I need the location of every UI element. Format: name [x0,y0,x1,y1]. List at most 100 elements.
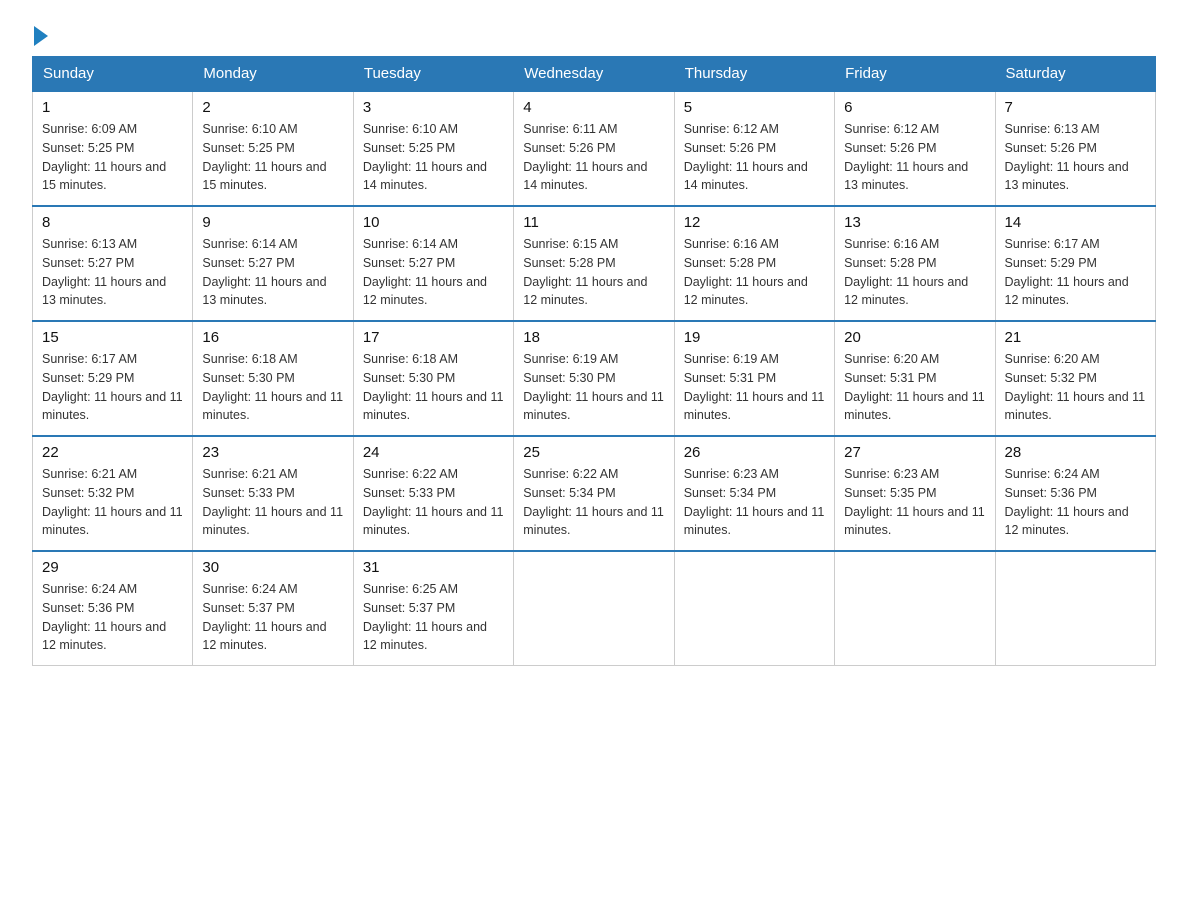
day-info: Sunrise: 6:13 AM Sunset: 5:27 PM Dayligh… [42,235,183,310]
daylight-label: Daylight: 11 hours and 11 minutes. [1005,390,1146,423]
sunset-label: Sunset: 5:37 PM [202,601,294,615]
day-number: 10 [363,214,504,231]
day-number: 15 [42,329,183,346]
sunrise-label: Sunrise: 6:24 AM [42,582,137,596]
day-number: 18 [523,329,664,346]
day-number: 14 [1005,214,1146,231]
day-number: 5 [684,99,825,116]
daylight-label: Daylight: 11 hours and 11 minutes. [42,390,183,423]
day-number: 1 [42,99,183,116]
day-info: Sunrise: 6:17 AM Sunset: 5:29 PM Dayligh… [42,350,183,425]
weekday-header-friday: Friday [835,57,995,92]
calendar-cell: 7 Sunrise: 6:13 AM Sunset: 5:26 PM Dayli… [995,91,1155,206]
calendar-cell: 28 Sunrise: 6:24 AM Sunset: 5:36 PM Dayl… [995,436,1155,551]
day-info: Sunrise: 6:23 AM Sunset: 5:35 PM Dayligh… [844,465,985,540]
day-number: 25 [523,444,664,461]
daylight-label: Daylight: 11 hours and 12 minutes. [684,275,808,308]
calendar-cell [995,551,1155,666]
calendar-cell: 13 Sunrise: 6:16 AM Sunset: 5:28 PM Dayl… [835,206,995,321]
calendar-cell [835,551,995,666]
day-info: Sunrise: 6:14 AM Sunset: 5:27 PM Dayligh… [202,235,343,310]
calendar-cell: 30 Sunrise: 6:24 AM Sunset: 5:37 PM Dayl… [193,551,353,666]
day-number: 9 [202,214,343,231]
day-number: 20 [844,329,985,346]
day-info: Sunrise: 6:18 AM Sunset: 5:30 PM Dayligh… [202,350,343,425]
day-info: Sunrise: 6:22 AM Sunset: 5:34 PM Dayligh… [523,465,664,540]
daylight-label: Daylight: 11 hours and 11 minutes. [844,505,985,538]
sunset-label: Sunset: 5:28 PM [844,256,936,270]
calendar-cell: 14 Sunrise: 6:17 AM Sunset: 5:29 PM Dayl… [995,206,1155,321]
day-number: 19 [684,329,825,346]
sunrise-label: Sunrise: 6:23 AM [684,467,779,481]
calendar-cell: 10 Sunrise: 6:14 AM Sunset: 5:27 PM Dayl… [353,206,513,321]
calendar-cell: 1 Sunrise: 6:09 AM Sunset: 5:25 PM Dayli… [33,91,193,206]
day-number: 4 [523,99,664,116]
daylight-label: Daylight: 11 hours and 12 minutes. [363,275,487,308]
calendar-cell: 4 Sunrise: 6:11 AM Sunset: 5:26 PM Dayli… [514,91,674,206]
day-info: Sunrise: 6:18 AM Sunset: 5:30 PM Dayligh… [363,350,504,425]
sunset-label: Sunset: 5:30 PM [202,371,294,385]
logo-triangle-icon [34,26,48,46]
day-info: Sunrise: 6:24 AM Sunset: 5:36 PM Dayligh… [42,580,183,655]
daylight-label: Daylight: 11 hours and 15 minutes. [42,160,166,193]
calendar-cell: 29 Sunrise: 6:24 AM Sunset: 5:36 PM Dayl… [33,551,193,666]
day-number: 16 [202,329,343,346]
weekday-header-sunday: Sunday [33,57,193,92]
weekday-header-wednesday: Wednesday [514,57,674,92]
calendar-cell: 12 Sunrise: 6:16 AM Sunset: 5:28 PM Dayl… [674,206,834,321]
daylight-label: Daylight: 11 hours and 11 minutes. [523,390,664,423]
sunrise-label: Sunrise: 6:14 AM [363,237,458,251]
calendar-cell: 5 Sunrise: 6:12 AM Sunset: 5:26 PM Dayli… [674,91,834,206]
day-info: Sunrise: 6:10 AM Sunset: 5:25 PM Dayligh… [363,120,504,195]
calendar-cell [514,551,674,666]
sunset-label: Sunset: 5:35 PM [844,486,936,500]
daylight-label: Daylight: 11 hours and 11 minutes. [684,505,825,538]
sunrise-label: Sunrise: 6:20 AM [1005,352,1100,366]
day-number: 26 [684,444,825,461]
sunset-label: Sunset: 5:29 PM [42,371,134,385]
calendar-week-5: 29 Sunrise: 6:24 AM Sunset: 5:36 PM Dayl… [33,551,1156,666]
daylight-label: Daylight: 11 hours and 11 minutes. [844,390,985,423]
sunset-label: Sunset: 5:27 PM [363,256,455,270]
calendar-week-4: 22 Sunrise: 6:21 AM Sunset: 5:32 PM Dayl… [33,436,1156,551]
sunset-label: Sunset: 5:27 PM [42,256,134,270]
daylight-label: Daylight: 11 hours and 12 minutes. [202,620,326,653]
day-number: 3 [363,99,504,116]
sunset-label: Sunset: 5:31 PM [684,371,776,385]
day-number: 11 [523,214,664,231]
calendar-cell: 8 Sunrise: 6:13 AM Sunset: 5:27 PM Dayli… [33,206,193,321]
sunset-label: Sunset: 5:28 PM [523,256,615,270]
calendar-cell: 22 Sunrise: 6:21 AM Sunset: 5:32 PM Dayl… [33,436,193,551]
day-info: Sunrise: 6:24 AM Sunset: 5:36 PM Dayligh… [1005,465,1146,540]
calendar-cell: 6 Sunrise: 6:12 AM Sunset: 5:26 PM Dayli… [835,91,995,206]
sunrise-label: Sunrise: 6:20 AM [844,352,939,366]
sunrise-label: Sunrise: 6:13 AM [42,237,137,251]
day-number: 13 [844,214,985,231]
calendar-cell: 9 Sunrise: 6:14 AM Sunset: 5:27 PM Dayli… [193,206,353,321]
day-info: Sunrise: 6:14 AM Sunset: 5:27 PM Dayligh… [363,235,504,310]
sunset-label: Sunset: 5:26 PM [844,141,936,155]
sunrise-label: Sunrise: 6:11 AM [523,122,617,136]
day-info: Sunrise: 6:22 AM Sunset: 5:33 PM Dayligh… [363,465,504,540]
day-info: Sunrise: 6:13 AM Sunset: 5:26 PM Dayligh… [1005,120,1146,195]
calendar-cell: 3 Sunrise: 6:10 AM Sunset: 5:25 PM Dayli… [353,91,513,206]
day-info: Sunrise: 6:15 AM Sunset: 5:28 PM Dayligh… [523,235,664,310]
day-info: Sunrise: 6:21 AM Sunset: 5:32 PM Dayligh… [42,465,183,540]
logo [32,24,48,44]
sunrise-label: Sunrise: 6:22 AM [363,467,458,481]
sunset-label: Sunset: 5:25 PM [202,141,294,155]
calendar-table: SundayMondayTuesdayWednesdayThursdayFrid… [32,56,1156,666]
day-number: 23 [202,444,343,461]
day-number: 29 [42,559,183,576]
daylight-label: Daylight: 11 hours and 12 minutes. [1005,275,1129,308]
daylight-label: Daylight: 11 hours and 11 minutes. [42,505,183,538]
daylight-label: Daylight: 11 hours and 14 minutes. [684,160,808,193]
day-number: 30 [202,559,343,576]
daylight-label: Daylight: 11 hours and 12 minutes. [844,275,968,308]
calendar-week-3: 15 Sunrise: 6:17 AM Sunset: 5:29 PM Dayl… [33,321,1156,436]
logo-blue-text [32,24,48,44]
day-info: Sunrise: 6:19 AM Sunset: 5:31 PM Dayligh… [684,350,825,425]
daylight-label: Daylight: 11 hours and 11 minutes. [202,505,343,538]
calendar-cell: 23 Sunrise: 6:21 AM Sunset: 5:33 PM Dayl… [193,436,353,551]
sunset-label: Sunset: 5:36 PM [42,601,134,615]
